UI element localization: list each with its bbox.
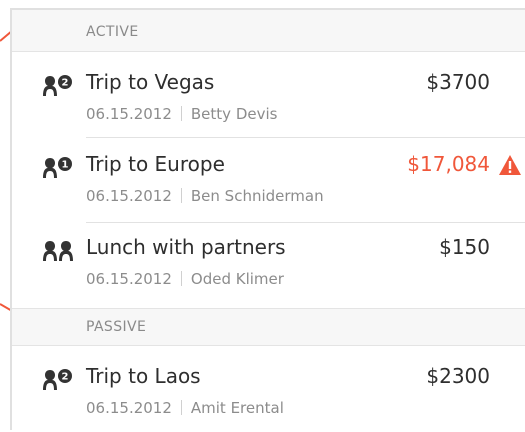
trip-amount: $150 — [439, 235, 490, 259]
trip-list-panel: ACTIVE 2 Trip to Vegas 06.15.2012 Betty D… — [10, 8, 525, 430]
people-icon: 2 — [43, 75, 72, 96]
trip-title: Trip to Laos — [86, 364, 201, 388]
trip-meta: 06.15.2012 Ben Schniderman — [86, 187, 324, 205]
trip-meta: 06.15.2012 Oded Klimer — [86, 270, 284, 288]
trip-title: Trip to Vegas — [86, 70, 215, 94]
meta-divider — [180, 400, 182, 415]
trip-meta: 06.15.2012 Betty Devis — [86, 105, 277, 123]
section-label-active: ACTIVE — [86, 24, 139, 40]
trip-owner: Amit Erental — [190, 399, 284, 417]
trip-date: 06.15.2012 — [86, 105, 172, 123]
trip-owner: Oded Klimer — [190, 270, 284, 288]
trip-date: 06.15.2012 — [86, 270, 172, 288]
section-label-passive: PASSIVE — [86, 319, 147, 335]
section-header-passive: PASSIVE — [12, 308, 525, 346]
trip-date: 06.15.2012 — [86, 187, 172, 205]
trip-row[interactable]: 2 Trip to Vegas 06.15.2012 Betty Devis $3… — [12, 58, 525, 138]
trip-title: Lunch with partners — [86, 235, 286, 259]
trip-owner: Betty Devis — [190, 105, 278, 123]
trip-row[interactable]: 1 Trip to Europe 06.15.2012 Ben Schniderm… — [12, 140, 525, 223]
trip-owner: Ben Schniderman — [190, 187, 324, 205]
people-icon: 2 — [43, 369, 72, 390]
trip-row[interactable]: Lunch with partners 06.15.2012 Oded Klime… — [12, 223, 525, 308]
trip-meta: 06.15.2012 Amit Erental — [86, 399, 284, 417]
participants-count: 1 — [62, 160, 69, 171]
row-divider — [86, 137, 525, 138]
people-icon: 1 — [43, 157, 72, 178]
meta-divider — [180, 188, 182, 203]
trip-date: 06.15.2012 — [86, 399, 172, 417]
meta-divider — [180, 106, 182, 121]
warning-icon[interactable] — [498, 154, 522, 176]
people-icon — [43, 241, 73, 261]
trip-amount: $17,084 — [407, 152, 490, 176]
meta-divider — [180, 271, 182, 286]
section-header-active: ACTIVE — [12, 10, 525, 52]
participants-count: 2 — [62, 78, 69, 89]
trip-amount: $3700 — [426, 70, 490, 94]
trip-amount: $2300 — [426, 364, 490, 388]
participants-count: 2 — [62, 372, 69, 383]
trip-row[interactable]: 2 Trip to Laos 06.15.2012 Amit Erental $2… — [12, 354, 525, 432]
trip-title: Trip to Europe — [86, 152, 225, 176]
